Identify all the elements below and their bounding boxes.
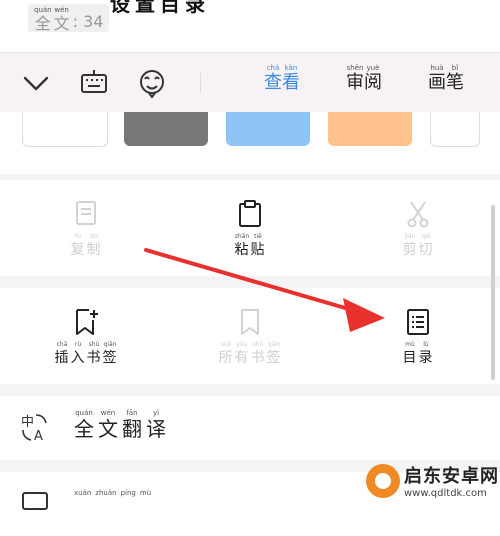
swatch-white-2[interactable] (430, 112, 480, 147)
bookmark-add-icon (76, 309, 98, 335)
scissors-icon (407, 201, 429, 228)
title-bar: quán 全 wén 文 : 34 设 置 目 录 (0, 0, 500, 52)
scrollbar[interactable] (491, 205, 495, 380)
chevron-down-icon[interactable] (20, 67, 52, 99)
svg-text:中: 中 (21, 415, 34, 430)
translate-icon: 中 A (21, 414, 47, 442)
bookmark-actions-card: chā 插 rù 入 shū 书 qiān 签 suǒ 所 yǒu 有 shū 书 qiān 签 mù 目 lù… (0, 288, 500, 384)
word-count-badge: quán 全 wén 文 : 34 (28, 4, 110, 32)
copy-button[interactable]: fù 复 zhì 制 (46, 200, 126, 257)
table-of-contents-icon (407, 309, 429, 335)
color-swatch-row (0, 112, 500, 174)
copy-icon (76, 201, 96, 225)
tab-pen[interactable]: huà 画 bǐ 笔 (428, 65, 464, 93)
emoji-icon[interactable] (136, 67, 168, 99)
page-title: 设 置 目 录 (110, 0, 207, 16)
edit-actions-card: fù 复 zhì 制 zhān 粘 tiē 贴 jiǎn 剪 qiē 切 (0, 180, 500, 276)
swatch-orange[interactable] (328, 112, 412, 146)
svg-text:A: A (34, 429, 43, 442)
swatch-white[interactable] (22, 112, 108, 147)
insert-bookmark-button[interactable]: chā 插 rù 入 shū 书 qiān 签 (42, 308, 130, 365)
tab-view[interactable]: chá 查 kàn 看 (264, 65, 300, 93)
cut-button[interactable]: jiǎn 剪 qiē 切 (378, 200, 458, 257)
watermark-logo-icon (366, 463, 400, 498)
paste-button[interactable]: zhān 粘 tiē 贴 (210, 200, 290, 257)
full-text-translate-row[interactable]: 中 A quán 全 wén 文 fān 翻 yì 译 (0, 396, 500, 460)
tab-review[interactable]: shěn 审 yuè 阅 (346, 65, 382, 93)
swatch-blue[interactable] (226, 112, 310, 146)
toolbar: chá 查 kàn 看 shěn 审 yuè 阅 huà 画 bǐ 笔 (0, 52, 500, 113)
table-of-contents-button[interactable]: mù 目 lù 录 (378, 308, 458, 365)
word-count-value: 34 (83, 12, 104, 31)
swatch-gray[interactable] (124, 112, 208, 146)
bookmark-icon (241, 309, 259, 335)
watermark: 启东安卓网 www.qdltdk.com (366, 462, 499, 499)
toolbar-divider (200, 73, 201, 93)
screen-icon (22, 492, 48, 510)
paste-icon (239, 200, 261, 227)
all-bookmarks-button[interactable]: suǒ 所 yǒu 有 shū 书 qiān 签 (206, 308, 294, 365)
keyboard-icon[interactable] (78, 67, 110, 99)
